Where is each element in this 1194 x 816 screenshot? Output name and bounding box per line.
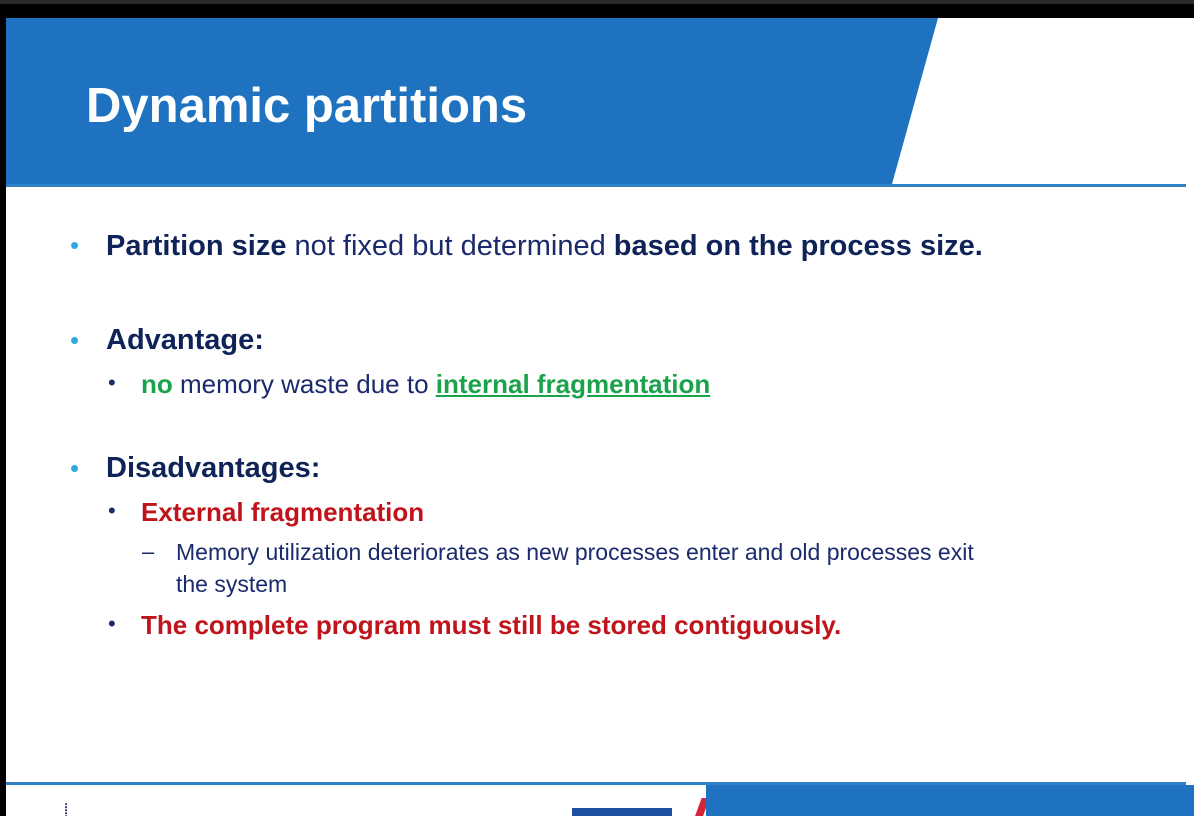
bullet-dot-icon: •	[108, 498, 116, 523]
external-fragmentation-detail-1: Memory utilization deteriorates as new p…	[176, 539, 974, 565]
advantage-heading: Advantage:	[106, 324, 264, 356]
external-fragmentation: External fragmentation	[141, 497, 425, 527]
advantage-no: no	[141, 369, 173, 399]
external-fragmentation-detail-2: the system	[176, 571, 288, 597]
disadvantages-heading: Disadvantages:	[106, 452, 321, 484]
slide: Dynamic partitions • Partition size not …	[6, 18, 1194, 816]
bullet-partition-size-text: not fixed but determined	[286, 230, 614, 262]
tree-logo-icon: ⸽	[64, 804, 69, 816]
bullet-partition-size: Partition size not fixed but determined …	[106, 230, 983, 263]
window-top-edge	[0, 0, 1194, 4]
bullet-dot-icon: •	[70, 453, 80, 483]
advantage-text: memory waste due to	[172, 369, 436, 399]
bullet-dot-icon: •	[108, 370, 116, 395]
header-divider	[6, 184, 1186, 187]
university-logo-icon	[572, 808, 672, 816]
bullet-partition-size-bold2: based on the process size.	[613, 230, 983, 262]
bullet-partition-size-bold1: Partition size	[106, 230, 287, 262]
footer-band	[706, 785, 1194, 816]
page-title: Dynamic partitions	[86, 79, 528, 133]
bullet-dot-icon: •	[108, 611, 116, 636]
advantage-item: no memory waste due to internal fragment…	[141, 369, 710, 400]
internal-fragmentation-link[interactable]: internal fragmentation	[436, 369, 710, 399]
bullet-dot-icon: •	[70, 325, 80, 355]
bullet-dot-icon: •	[70, 230, 80, 260]
dash-icon: –	[142, 539, 155, 564]
contiguous-storage: The complete program must still be store…	[141, 610, 842, 640]
